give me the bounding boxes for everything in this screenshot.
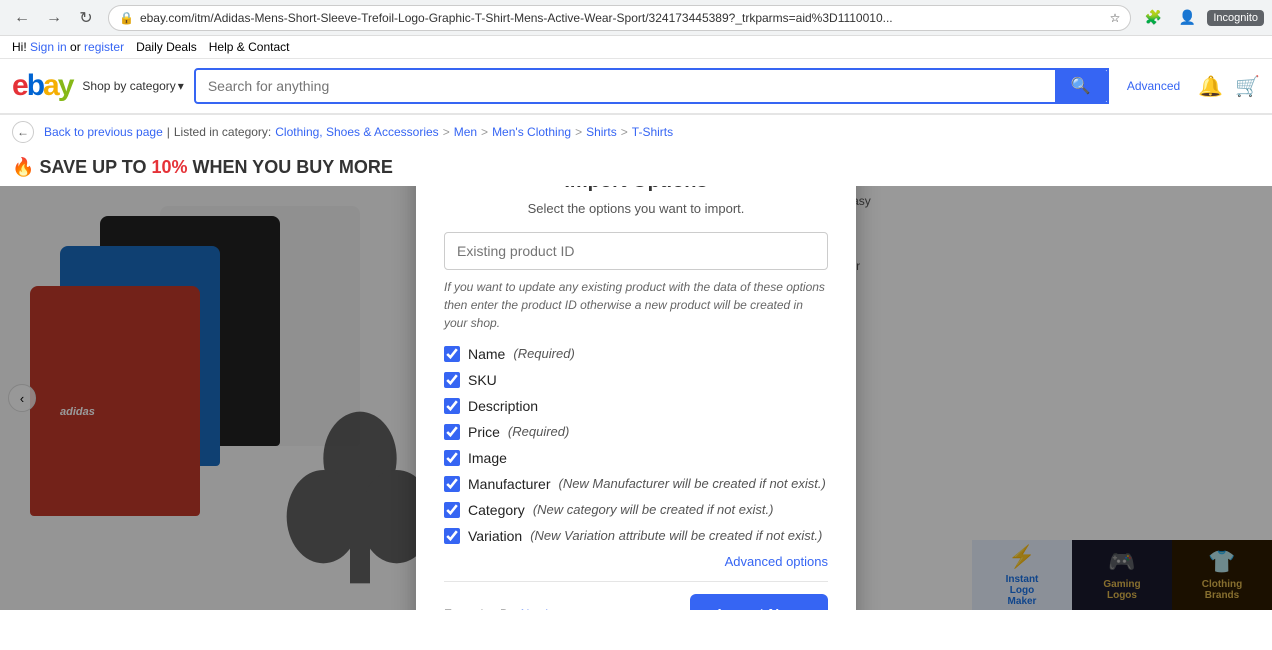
option-category-checkbox[interactable] xyxy=(444,502,460,518)
breadcrumb-mens-clothing[interactable]: Men's Clothing xyxy=(492,125,571,139)
breadcrumb-tshirts[interactable]: T-Shirts xyxy=(632,125,673,139)
option-sku-checkbox[interactable] xyxy=(444,372,460,388)
advanced-link[interactable]: Advanced xyxy=(1119,79,1188,93)
breadcrumb: ← Back to previous page | Listed in cate… xyxy=(0,115,1272,149)
refresh-button[interactable]: ↻ xyxy=(72,4,100,32)
register-link[interactable]: register xyxy=(84,40,124,54)
fire-icon: 🔥 xyxy=(12,157,34,177)
daily-deals-link[interactable]: Daily Deals xyxy=(136,40,197,54)
option-image-checkbox[interactable] xyxy=(444,450,460,466)
back-nav-button[interactable]: ← xyxy=(12,121,34,143)
save-banner: 🔥 SAVE UP TO 10% WHEN YOU BUY MORE xyxy=(0,149,1272,186)
option-price-checkbox[interactable] xyxy=(444,424,460,440)
star-icon: ☆ xyxy=(1110,11,1121,25)
modal-subtitle: Select the options you want to import. xyxy=(444,201,828,216)
option-category-label: Category xyxy=(468,502,525,518)
cart-icon[interactable]: 🛒 xyxy=(1235,74,1260,99)
option-price-row: Price (Required) xyxy=(444,424,828,440)
modal-overlay: Import Options Select the options you wa… xyxy=(0,186,1272,610)
option-name-checkbox[interactable] xyxy=(444,346,460,362)
option-variation-label: Variation xyxy=(468,528,522,544)
option-image-row: Image xyxy=(444,450,828,466)
import-now-button[interactable]: Import Now xyxy=(690,594,829,611)
listed-in-label: Listed in category: xyxy=(174,125,271,139)
chevron-down-icon: ▾ xyxy=(178,79,184,93)
save-text-prefix: SAVE UP TO xyxy=(39,157,151,177)
extensions-button[interactable]: 🧩 xyxy=(1139,4,1167,32)
option-name-row: Name (Required) xyxy=(444,346,828,362)
shop-by-category[interactable]: Shop by category ▾ xyxy=(82,79,183,93)
lock-icon: 🔒 xyxy=(119,11,134,25)
option-manufacturer-note: (New Manufacturer will be created if not… xyxy=(558,476,825,491)
save-pct: 10% xyxy=(151,157,187,177)
url-text: ebay.com/itm/Adidas-Mens-Short-Sleeve-Tr… xyxy=(140,11,1104,25)
sign-in-link[interactable]: Sign in xyxy=(30,40,67,54)
option-name-label: Name xyxy=(468,346,505,362)
save-text-suffix: WHEN YOU BUY MORE xyxy=(188,157,393,177)
modal-hint: If you want to update any existing produ… xyxy=(444,278,828,332)
option-manufacturer-checkbox[interactable] xyxy=(444,476,460,492)
ebay-header: ebay Shop by category ▾ 🔍 Advanced 🔔 🛒 xyxy=(0,59,1272,115)
search-input[interactable] xyxy=(196,78,1055,94)
header-icons: 🔔 🛒 xyxy=(1198,74,1260,99)
extension-by: Extension By: Nxtal xyxy=(444,607,548,610)
profile-button[interactable]: 👤 xyxy=(1173,4,1201,32)
option-name-note: (Required) xyxy=(513,346,574,361)
option-variation-note: (New Variation attribute will be created… xyxy=(530,528,822,543)
option-sku-row: SKU xyxy=(444,372,828,388)
option-price-note: (Required) xyxy=(508,424,569,439)
option-price-label: Price xyxy=(468,424,500,440)
browser-toolbar: 🧩 👤 Incognito xyxy=(1139,4,1264,32)
option-sku-label: SKU xyxy=(468,372,497,388)
breadcrumb-clothing[interactable]: Clothing, Shoes & Accessories xyxy=(275,125,438,139)
option-category-note: (New category will be created if not exi… xyxy=(533,502,774,517)
breadcrumb-shirts[interactable]: Shirts xyxy=(586,125,617,139)
search-button[interactable]: 🔍 xyxy=(1055,70,1107,102)
option-category-row: Category (New category will be created i… xyxy=(444,502,828,518)
import-options-modal: Import Options Select the options you wa… xyxy=(416,186,856,610)
forward-button[interactable]: → xyxy=(40,4,68,32)
main-content: adidas ‹ › Adidas Men's Sho...Mens Activ… xyxy=(0,186,1272,610)
existing-product-id-input[interactable] xyxy=(444,232,828,270)
greeting: Hi! Sign in or register xyxy=(12,40,124,54)
help-link[interactable]: Help & Contact xyxy=(209,40,290,54)
nav-buttons: ← → ↻ xyxy=(8,4,100,32)
back-button[interactable]: ← xyxy=(8,4,36,32)
breadcrumb-men[interactable]: Men xyxy=(454,125,477,139)
ebay-logo: ebay xyxy=(12,69,72,103)
extension-link[interactable]: Nxtal xyxy=(521,607,548,610)
option-manufacturer-label: Manufacturer xyxy=(468,476,550,492)
browser-chrome: ← → ↻ 🔒 ebay.com/itm/Adidas-Mens-Short-S… xyxy=(0,0,1272,36)
address-bar[interactable]: 🔒 ebay.com/itm/Adidas-Mens-Short-Sleeve-… xyxy=(108,5,1131,31)
option-variation-row: Variation (New Variation attribute will … xyxy=(444,528,828,544)
option-description-row: Description xyxy=(444,398,828,414)
advanced-options-link[interactable]: Advanced options xyxy=(444,554,828,569)
search-bar: 🔍 xyxy=(194,68,1109,104)
modal-footer: Extension By: Nxtal Import Now xyxy=(444,581,828,611)
option-description-label: Description xyxy=(468,398,538,414)
breadcrumb-separator: | xyxy=(167,125,170,139)
incognito-badge: Incognito xyxy=(1207,10,1264,26)
ebay-top-bar: Hi! Sign in or register Daily Deals Help… xyxy=(0,36,1272,59)
option-image-label: Image xyxy=(468,450,507,466)
option-variation-checkbox[interactable] xyxy=(444,528,460,544)
back-to-previous[interactable]: Back to previous page xyxy=(44,125,163,139)
modal-title: Import Options xyxy=(444,186,828,193)
option-description-checkbox[interactable] xyxy=(444,398,460,414)
notification-icon[interactable]: 🔔 xyxy=(1198,74,1223,99)
option-manufacturer-row: Manufacturer (New Manufacturer will be c… xyxy=(444,476,828,492)
